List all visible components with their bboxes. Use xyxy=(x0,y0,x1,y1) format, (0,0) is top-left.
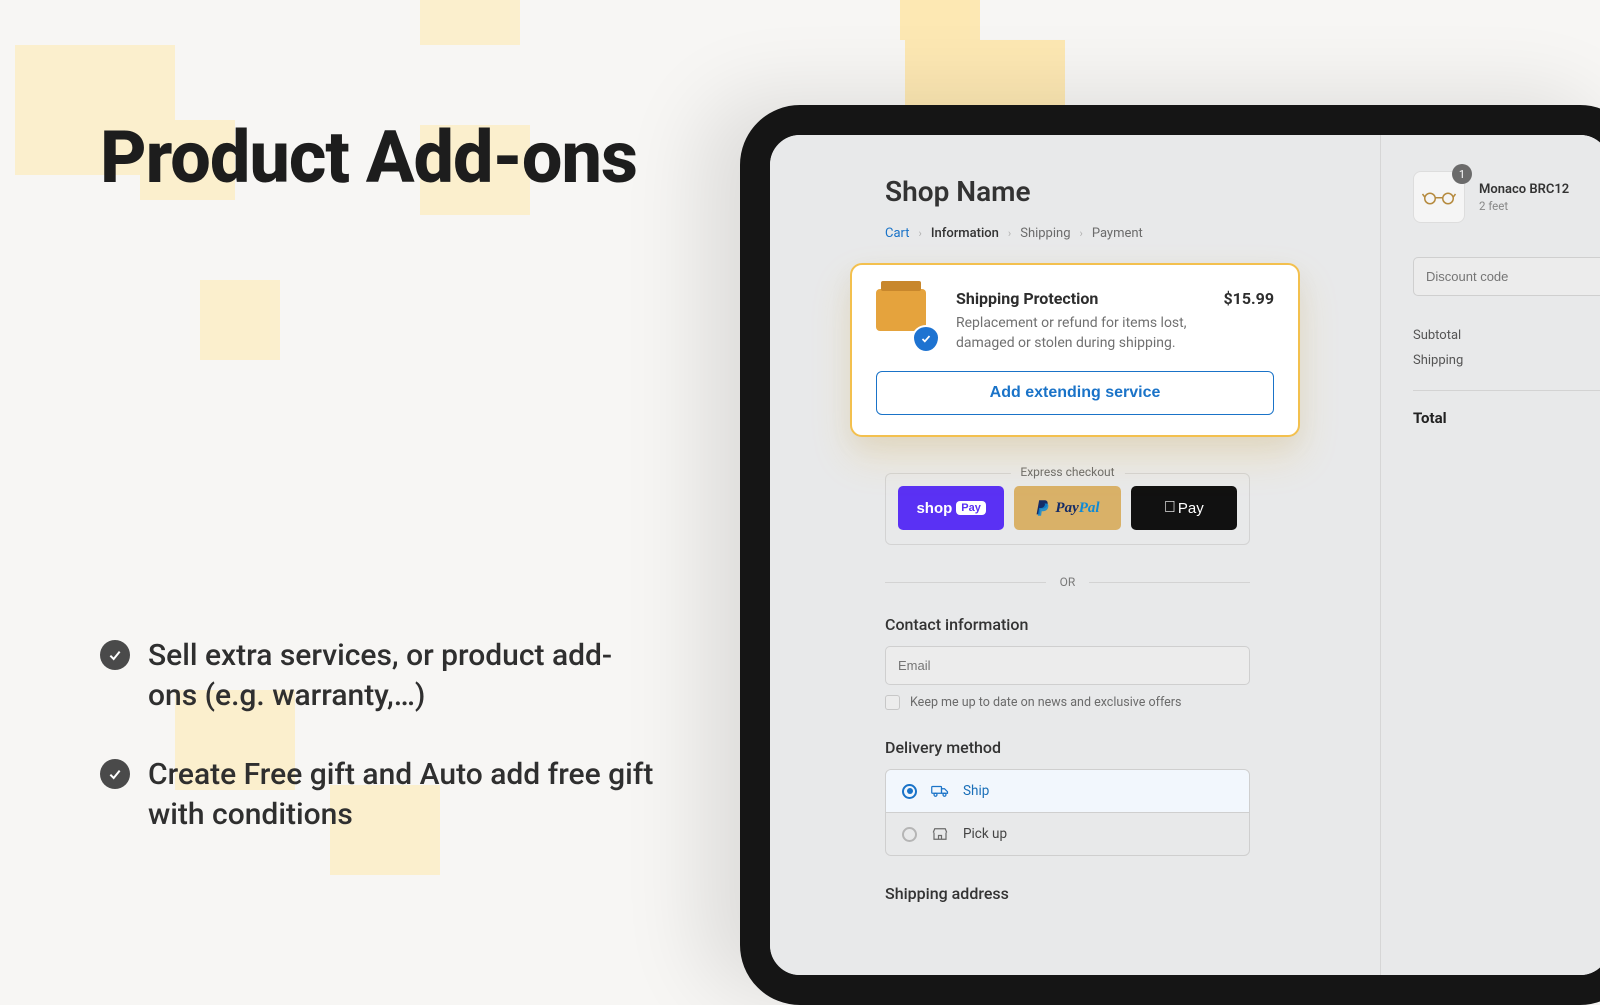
shipping-label: Shipping xyxy=(1413,353,1600,368)
shipping-address-heading: Shipping address xyxy=(885,884,1250,903)
cart-item-name: Monaco BRC12 xyxy=(1479,182,1569,197)
feature-bullet-text: Create Free gift and Auto add free gift … xyxy=(148,755,660,836)
delivery-option-ship[interactable]: Ship xyxy=(886,770,1249,813)
quantity-badge: 1 xyxy=(1452,164,1472,184)
or-divider: OR xyxy=(885,575,1250,589)
truck-icon xyxy=(931,784,949,798)
express-checkout-group: Express checkout shopPay PayPal Pay xyxy=(885,473,1250,545)
shop-pay-button[interactable]: shopPay xyxy=(898,486,1004,530)
shop-name: Shop Name xyxy=(885,175,1250,208)
email-field[interactable] xyxy=(885,646,1250,685)
breadcrumb-payment: Payment xyxy=(1092,226,1143,241)
chevron-right-icon: › xyxy=(1008,227,1011,240)
apple-pay-button[interactable]: Pay xyxy=(1131,486,1237,530)
glasses-icon xyxy=(1421,188,1457,206)
radio-unselected-icon xyxy=(902,827,917,842)
chevron-right-icon: › xyxy=(1080,227,1083,240)
breadcrumb-cart[interactable]: Cart xyxy=(885,226,910,241)
addon-title: Shipping Protection xyxy=(956,289,1201,308)
breadcrumb-information: Information xyxy=(931,226,999,241)
apple-logo-icon:  xyxy=(1164,499,1176,517)
marketing-optin-label: Keep me up to date on news and exclusive… xyxy=(910,695,1181,710)
tablet-mockup: Shop Name Cart › Information › Shipping … xyxy=(740,105,1600,1005)
check-icon xyxy=(100,640,130,670)
breadcrumb: Cart › Information › Shipping › Payment xyxy=(885,226,1250,241)
add-extending-service-button[interactable]: Add extending service xyxy=(876,371,1274,415)
delivery-pickup-label: Pick up xyxy=(963,826,1007,842)
addon-card: Shipping Protection Replacement or refun… xyxy=(850,263,1300,437)
chevron-right-icon: › xyxy=(919,227,922,240)
total-label: Total xyxy=(1413,390,1600,427)
decor-square xyxy=(900,0,980,40)
discount-code-input[interactable] xyxy=(1413,257,1600,296)
radio-selected-icon xyxy=(902,784,917,799)
contact-information-heading: Contact information xyxy=(885,615,1250,634)
feature-bullet: Create Free gift and Auto add free gift … xyxy=(100,755,660,836)
shield-check-icon xyxy=(912,325,940,353)
breadcrumb-shipping: Shipping xyxy=(1020,226,1070,241)
addon-price: $15.99 xyxy=(1223,289,1274,308)
check-icon xyxy=(100,759,130,789)
paypal-button[interactable]: PayPal xyxy=(1014,486,1120,530)
shipping-protection-icon xyxy=(876,289,934,347)
delivery-option-pickup[interactable]: Pick up xyxy=(886,813,1249,855)
express-checkout-label: Express checkout xyxy=(1010,465,1124,479)
product-thumbnail: 1 xyxy=(1413,171,1465,223)
addon-description: Replacement or refund for items lost, da… xyxy=(956,314,1201,353)
cart-line-item: 1 Monaco BRC12 2 feet xyxy=(1413,171,1600,223)
page-title: Product Add-ons xyxy=(100,120,660,196)
feature-bullet: Sell extra services, or product add-ons … xyxy=(100,636,660,717)
delivery-method-heading: Delivery method xyxy=(885,738,1250,757)
subtotal-label: Subtotal xyxy=(1413,328,1600,343)
feature-bullet-text: Sell extra services, or product add-ons … xyxy=(148,636,660,717)
marketing-optin-checkbox[interactable] xyxy=(885,695,900,710)
delivery-ship-label: Ship xyxy=(963,783,989,799)
cart-item-variant: 2 feet xyxy=(1479,199,1569,213)
store-icon xyxy=(931,827,949,841)
decor-square xyxy=(420,0,520,45)
